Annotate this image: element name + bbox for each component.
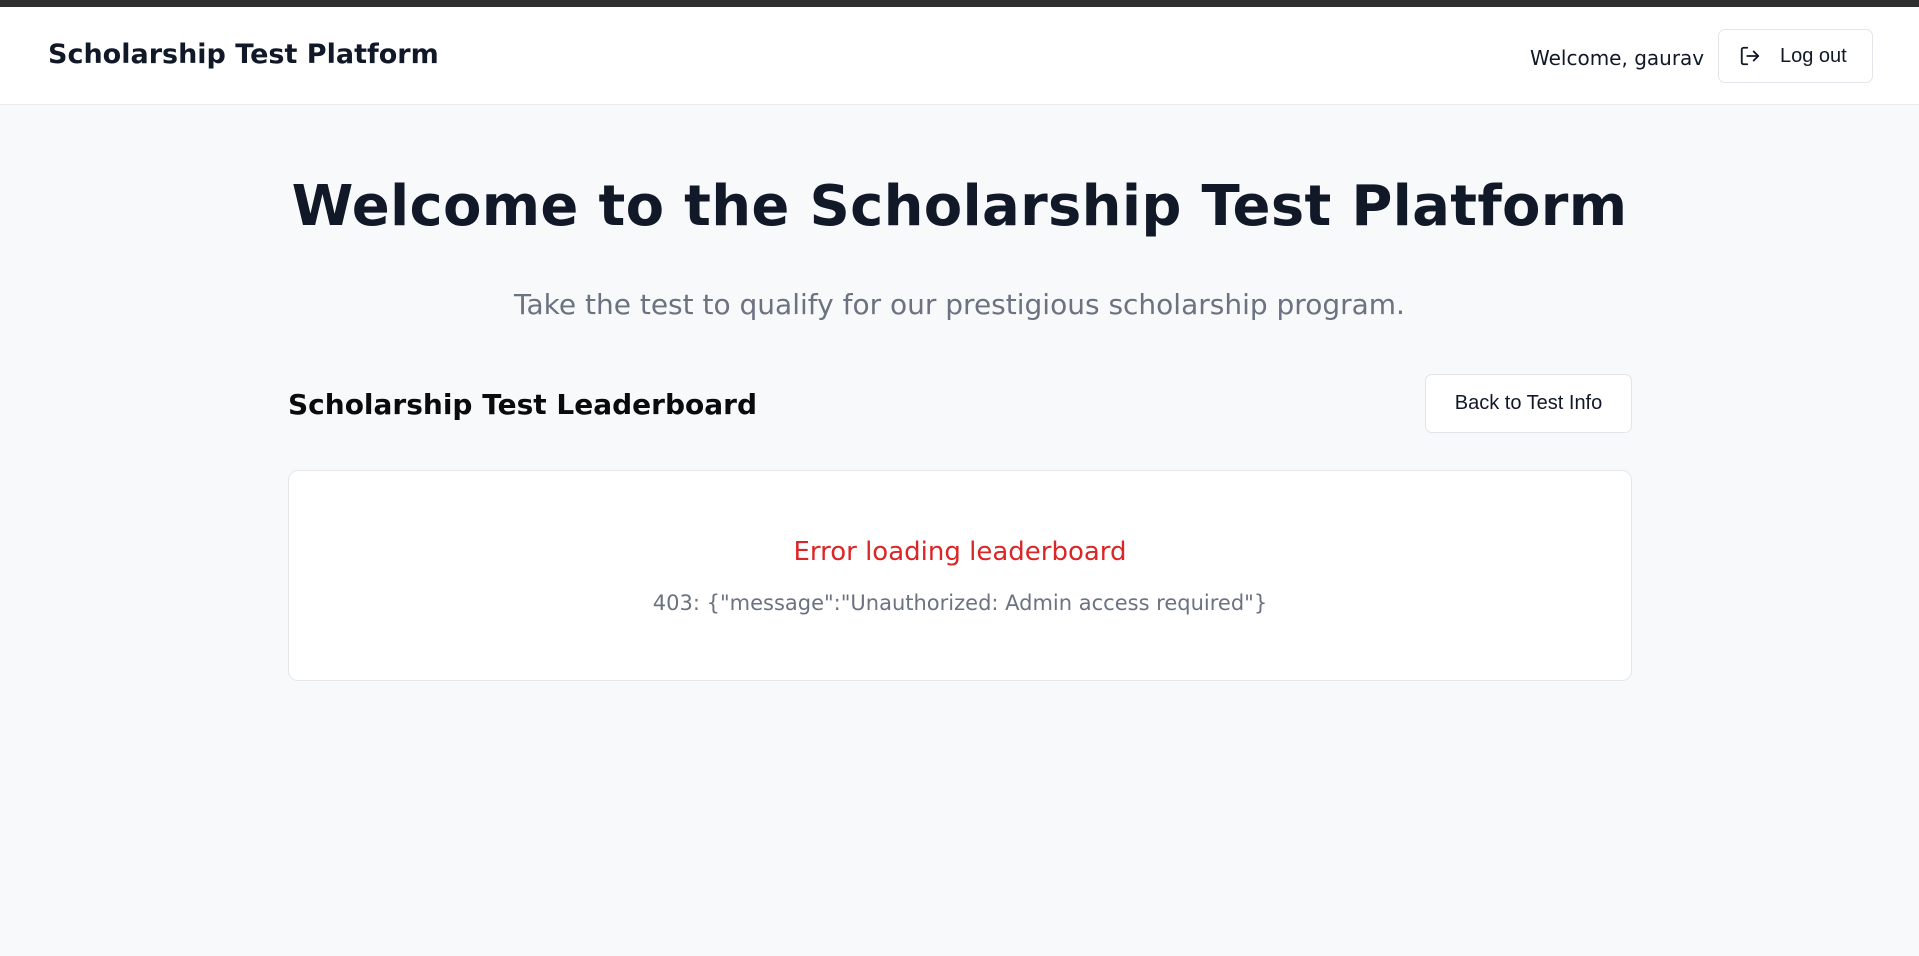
error-title: Error loading leaderboard: [793, 537, 1127, 567]
app-header: Scholarship Test Platform Welcome, gaura…: [0, 7, 1919, 105]
brand-title[interactable]: Scholarship Test Platform: [48, 39, 439, 70]
log-out-icon: [1739, 45, 1761, 67]
leaderboard-title: Scholarship Test Leaderboard: [288, 388, 757, 421]
welcome-user-text: Welcome, gaurav: [1530, 46, 1705, 70]
back-to-test-info-button[interactable]: Back to Test Info: [1425, 374, 1632, 433]
logout-button-label: Log out: [1780, 44, 1847, 67]
window-top-strip: [0, 0, 1919, 7]
error-detail: 403: {"message":"Unauthorized: Admin acc…: [652, 591, 1268, 615]
page-subtitle: Take the test to qualify for our prestig…: [514, 288, 1405, 321]
logout-button[interactable]: Log out: [1718, 29, 1873, 83]
page-title: Welcome to the Scholarship Test Platform: [291, 174, 1628, 239]
leaderboard-card: Error loading leaderboard 403: {"message…: [288, 470, 1632, 681]
